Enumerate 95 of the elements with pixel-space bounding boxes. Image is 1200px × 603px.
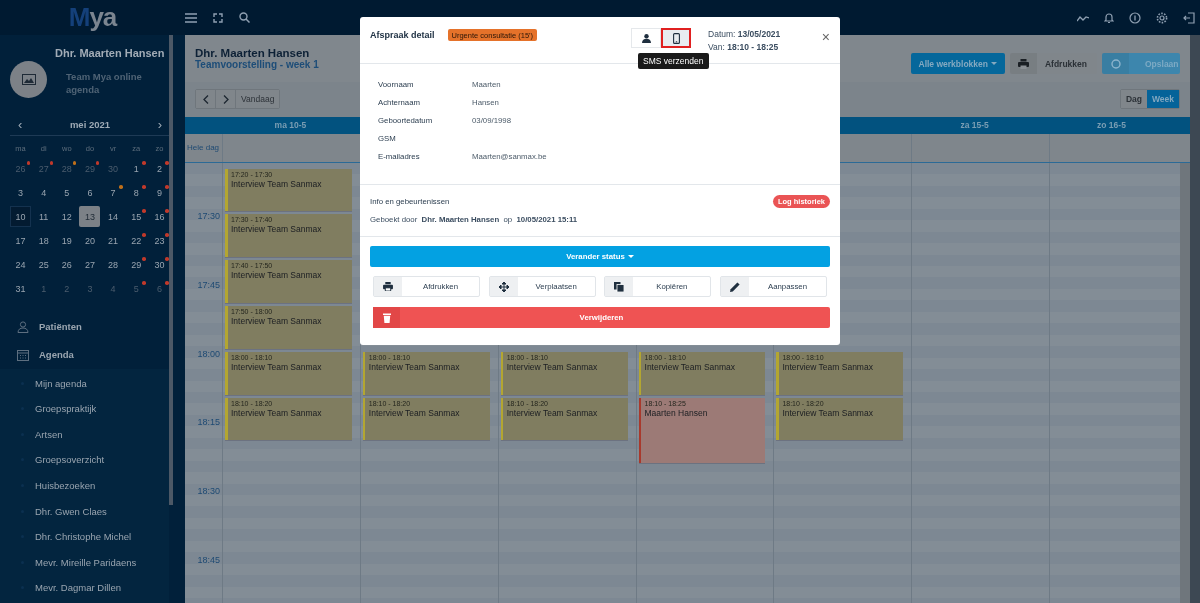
search-icon[interactable] [239, 12, 250, 23]
menu-icon[interactable] [185, 12, 197, 23]
calendar-day[interactable]: 18 [33, 230, 55, 252]
calendar-icon [17, 348, 29, 361]
submenu-item[interactable]: Groepspraktijk [0, 396, 169, 422]
nav-item[interactable]: Patiënten [0, 312, 173, 341]
nav-item[interactable]: Agenda [0, 340, 173, 369]
calendar-day[interactable]: 27 [79, 254, 101, 276]
copy-icon [614, 281, 625, 292]
calendar-day[interactable]: 5 [56, 182, 78, 204]
calendar-day[interactable]: 23 [148, 230, 170, 252]
scrollbar[interactable] [169, 35, 173, 505]
pencil-icon [729, 281, 740, 292]
image-icon [21, 74, 36, 85]
calendar-day[interactable]: 7 [102, 182, 124, 204]
calendar-day[interactable]: 22 [125, 230, 147, 252]
calendar-day[interactable]: 9 [148, 182, 170, 204]
user-team: Team Mya online agenda [66, 70, 143, 96]
appointment-time: Van: 18:10 - 18:25 [708, 42, 780, 52]
calendar-day[interactable]: 13 [79, 206, 101, 228]
next-month-button[interactable]: › [157, 118, 162, 131]
submenu-item[interactable]: Mijn agenda [0, 370, 169, 397]
page-subtitle: Teamvoorstelling - week 1 [195, 59, 319, 70]
previous-button[interactable] [196, 90, 216, 108]
calendar-day[interactable]: 19 [56, 230, 78, 252]
submenu-item[interactable]: Groepsoverzicht [0, 447, 169, 474]
time-label: 18:00 [197, 348, 220, 359]
submenu-item[interactable]: Dhr. Gwen Claes [0, 498, 169, 525]
settings-icon[interactable] [1156, 11, 1168, 24]
phone-icon [672, 32, 680, 44]
chevron-right-icon [222, 94, 229, 104]
tooltip: SMS verzenden [638, 53, 709, 69]
calendar-day[interactable]: 4 [33, 182, 55, 204]
calendar-day[interactable]: 14 [102, 206, 124, 228]
calendar-day[interactable]: 6 [79, 182, 101, 204]
calendar-day[interactable]: 24 [10, 254, 31, 276]
person-icon [17, 320, 29, 333]
printer-icon [1017, 58, 1029, 69]
person-icon [641, 33, 651, 43]
calendar-day[interactable]: 31 [10, 278, 31, 300]
day-header: za 15-5 [959, 119, 990, 132]
calendar-day[interactable]: 20 [79, 230, 101, 252]
time-label: 17:45 [197, 280, 220, 291]
logout-icon[interactable] [1183, 11, 1195, 24]
user-name: Dhr. Maarten Hansen [55, 47, 166, 59]
chevron-left-icon [202, 94, 209, 104]
day-header: zo 16-5 [1096, 119, 1127, 132]
previous-month-button[interactable]: ‹ [18, 118, 23, 131]
day-header: ma 10-5 [273, 119, 308, 132]
patient-button[interactable] [631, 28, 661, 48]
page-title: Dhr. Maarten Hansen [195, 47, 311, 59]
time-label: 18:15 [197, 417, 220, 428]
printer-icon [383, 282, 393, 291]
info-icon[interactable] [1129, 11, 1141, 24]
submenu-item[interactable]: Mevr. Dagmar Dillen [0, 575, 169, 601]
submenu-item[interactable]: Huisbezoeken [0, 473, 169, 499]
calendar-day[interactable]: 30 [148, 254, 170, 276]
calendar-day[interactable]: 25 [33, 254, 55, 276]
calendar-day[interactable]: 15 [125, 206, 147, 228]
fullscreen-icon[interactable] [213, 12, 223, 23]
calendar-day[interactable]: 8 [125, 182, 147, 204]
calendar-day[interactable]: 28 [102, 254, 124, 276]
calendar-day[interactable]: 21 [102, 230, 124, 252]
chart-icon[interactable] [1077, 13, 1089, 22]
submenu-item[interactable]: Mevr. Mireille Paridaens [0, 549, 169, 576]
scrollbar[interactable] [1180, 163, 1190, 603]
calendar-day[interactable]: 10 [10, 206, 31, 228]
circle-icon [1110, 58, 1121, 69]
calendar-day[interactable]: 12 [56, 206, 78, 228]
calendar-day[interactable]: 26 [56, 254, 78, 276]
view-tab[interactable]: Dag [1120, 90, 1147, 108]
next-button[interactable] [216, 90, 236, 108]
calendar-day[interactable]: 11 [33, 206, 55, 228]
calendar-day[interactable]: 17 [10, 230, 31, 252]
dialog-title: Afspraak detail [370, 30, 435, 40]
move-icon [498, 281, 509, 292]
bell-icon[interactable] [1104, 11, 1114, 24]
submenu-item[interactable]: Dhr. Christophe Michel [0, 524, 169, 550]
close-button[interactable]: × [821, 31, 830, 43]
trash-icon [382, 312, 391, 323]
all-day-label: Hele dag [186, 142, 221, 154]
month-title: mei 2021 [69, 119, 111, 131]
calendar-day[interactable]: 2 [148, 158, 170, 180]
calendar-day[interactable]: 29 [125, 254, 147, 276]
time-label: 17:30 [197, 211, 220, 222]
calendar-day[interactable]: 16 [148, 206, 170, 228]
sms-button[interactable] [661, 28, 691, 48]
appointment-date: Datum: 13/05/2021 [708, 29, 781, 39]
today-button[interactable]: Vandaag [236, 90, 280, 108]
calendar-day[interactable]: 1 [125, 158, 147, 180]
time-label: 18:45 [197, 554, 220, 565]
time-label: 18:30 [197, 486, 220, 497]
calendar-day[interactable]: 3 [10, 182, 31, 204]
logo: Mya [67, 2, 118, 33]
submenu-item[interactable]: Artsen [0, 421, 169, 448]
